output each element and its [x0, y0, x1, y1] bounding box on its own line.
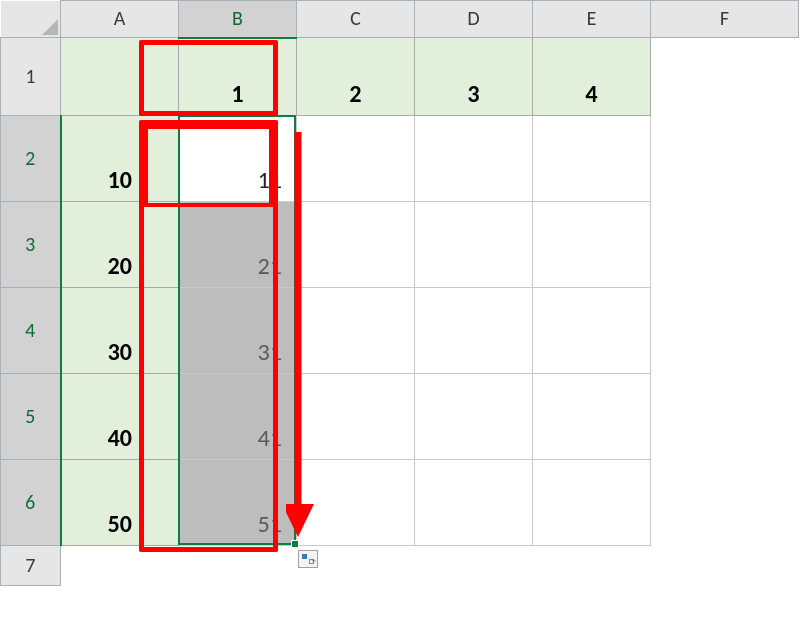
cell-B1[interactable]: 1 — [179, 38, 297, 116]
cell-B3[interactable]: 21 — [179, 202, 297, 288]
row-header-6[interactable]: 6 — [1, 460, 61, 546]
spreadsheet-grid[interactable]: A B C D E F 1 1 2 3 4 2 10 11 3 20 21 4 … — [0, 0, 799, 586]
cell-E7[interactable] — [533, 546, 651, 586]
cell-C3[interactable] — [297, 202, 415, 288]
cell-C2[interactable] — [297, 116, 415, 202]
cell-A6[interactable]: 50 — [61, 460, 179, 546]
cell-F4[interactable] — [651, 288, 799, 374]
col-header-A[interactable]: A — [61, 1, 179, 38]
row-header-7[interactable]: 7 — [1, 546, 61, 586]
cell-B2[interactable]: 11 — [179, 116, 297, 202]
cell-D1[interactable]: 3 — [415, 38, 533, 116]
cell-E6[interactable] — [533, 460, 651, 546]
cell-D4[interactable] — [415, 288, 533, 374]
cell-D7[interactable] — [415, 546, 533, 586]
autofill-options-button[interactable]: + — [298, 550, 318, 568]
col-header-C[interactable]: C — [297, 1, 415, 38]
cell-A4[interactable]: 30 — [61, 288, 179, 374]
cell-A7[interactable] — [61, 546, 179, 586]
cell-D6[interactable] — [415, 460, 533, 546]
fill-handle[interactable] — [291, 540, 299, 548]
cell-F6[interactable] — [651, 460, 799, 546]
cell-C4[interactable] — [297, 288, 415, 374]
cell-F3[interactable] — [651, 202, 799, 288]
cell-D5[interactable] — [415, 374, 533, 460]
cell-F7[interactable] — [651, 546, 799, 586]
cell-C5[interactable] — [297, 374, 415, 460]
cell-D2[interactable] — [415, 116, 533, 202]
cell-A5[interactable]: 40 — [61, 374, 179, 460]
col-header-B[interactable]: B — [179, 1, 297, 38]
cell-F2[interactable] — [651, 116, 799, 202]
cell-E4[interactable] — [533, 288, 651, 374]
cell-E3[interactable] — [533, 202, 651, 288]
select-all-corner[interactable] — [1, 1, 61, 38]
cell-E5[interactable] — [533, 374, 651, 460]
cell-F5[interactable] — [651, 374, 799, 460]
cell-B6[interactable]: 51 — [179, 460, 297, 546]
cell-A3[interactable]: 20 — [61, 202, 179, 288]
col-header-E[interactable]: E — [533, 1, 651, 38]
cell-C1[interactable]: 2 — [297, 38, 415, 116]
row-header-3[interactable]: 3 — [1, 202, 61, 288]
row-header-5[interactable]: 5 — [1, 374, 61, 460]
cell-F1[interactable] — [651, 38, 799, 116]
cell-E1[interactable]: 4 — [533, 38, 651, 116]
cell-B5[interactable]: 41 — [179, 374, 297, 460]
col-header-F[interactable]: F — [651, 1, 799, 38]
cell-B4[interactable]: 31 — [179, 288, 297, 374]
cell-A2[interactable]: 10 — [61, 116, 179, 202]
cell-D3[interactable] — [415, 202, 533, 288]
cell-B7[interactable] — [179, 546, 297, 586]
row-header-2[interactable]: 2 — [1, 116, 61, 202]
row-header-1[interactable]: 1 — [1, 38, 61, 116]
col-header-D[interactable]: D — [415, 1, 533, 38]
cell-C6[interactable] — [297, 460, 415, 546]
cell-E2[interactable] — [533, 116, 651, 202]
cell-A1[interactable] — [61, 38, 179, 116]
row-header-4[interactable]: 4 — [1, 288, 61, 374]
